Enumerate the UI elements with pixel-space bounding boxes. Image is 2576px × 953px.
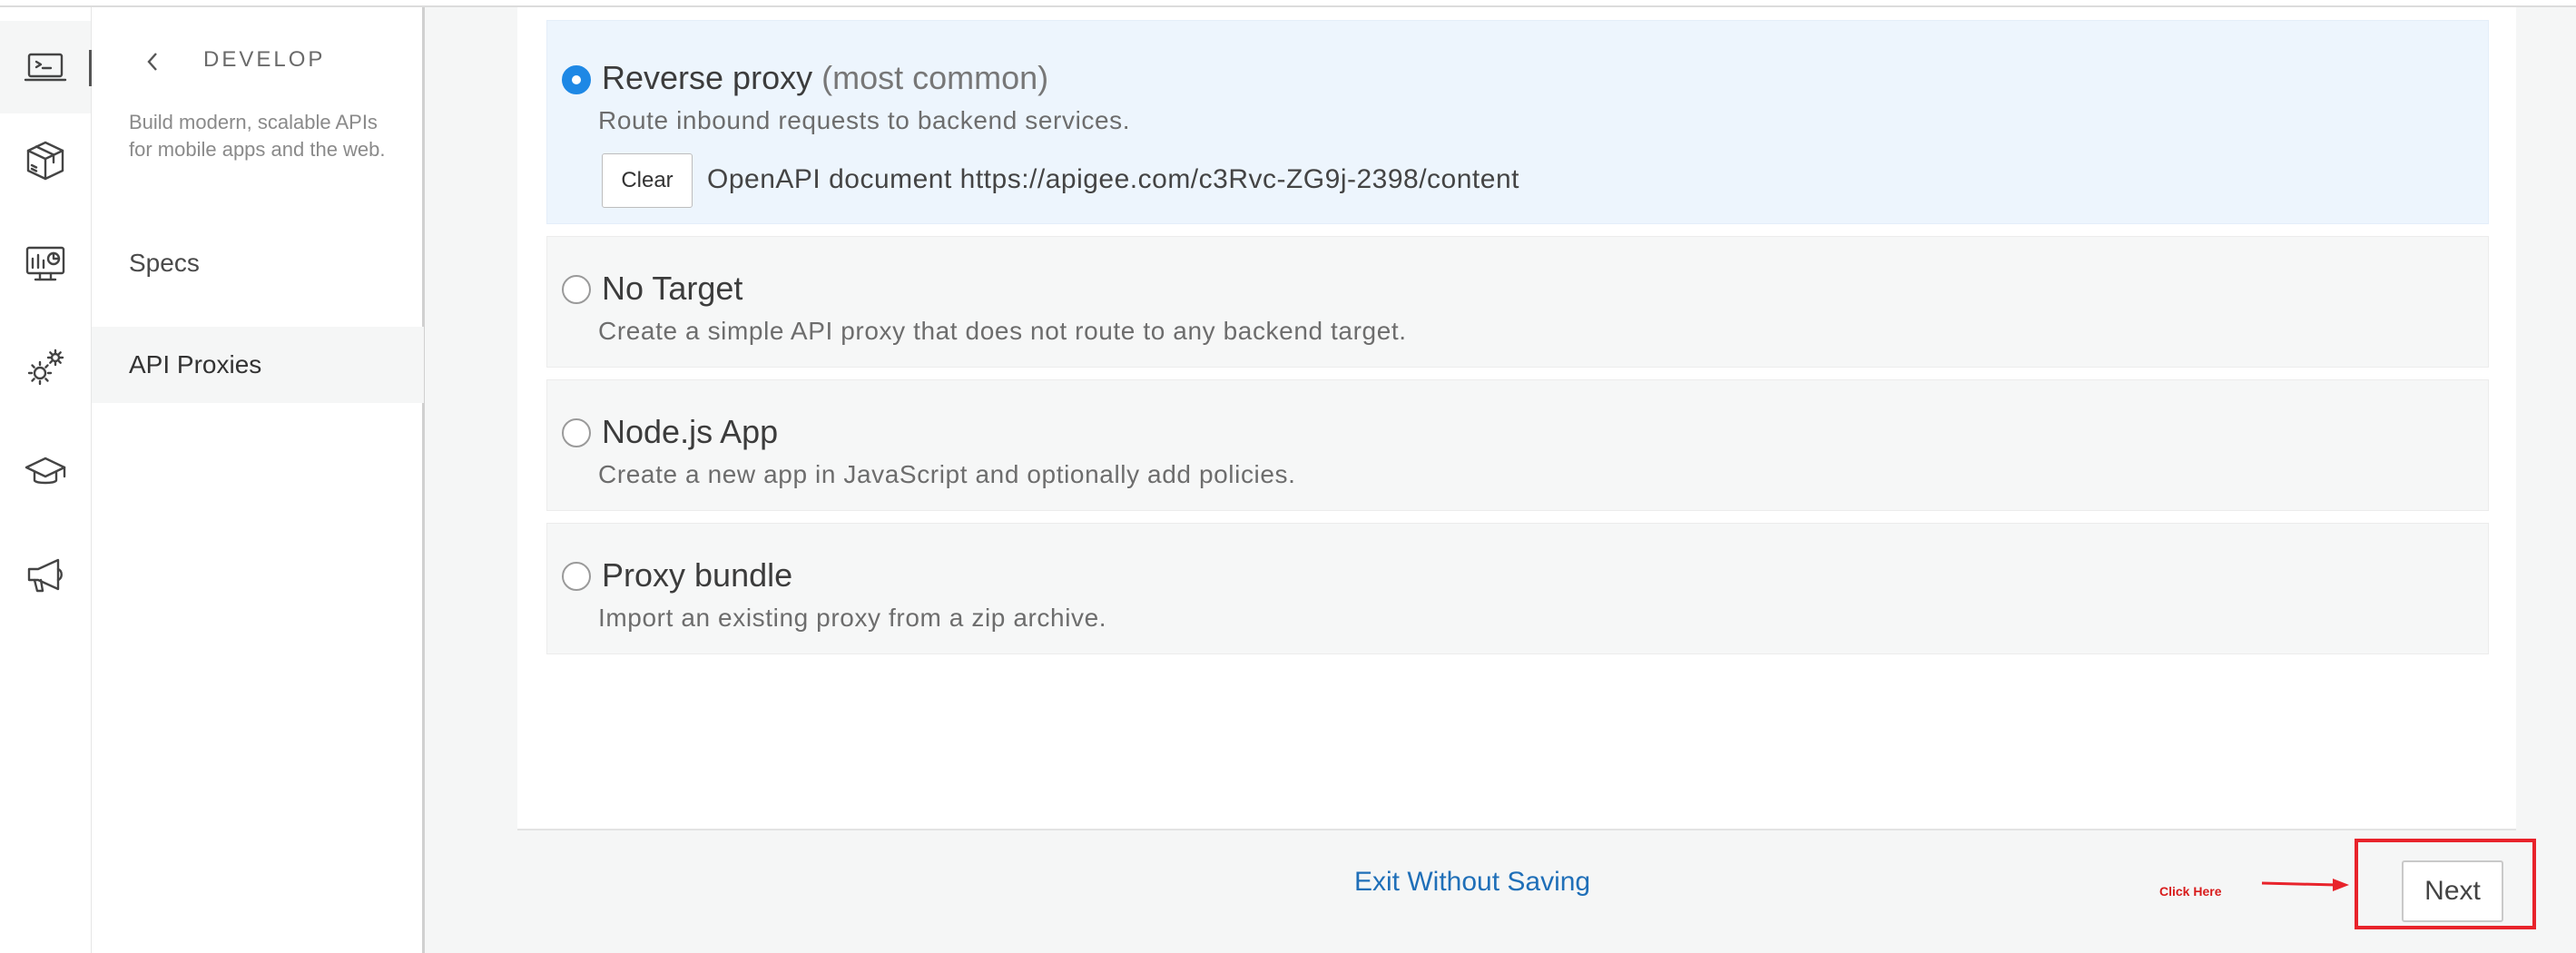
option-title: No Target [602,270,743,307]
radio-nodejs-app[interactable] [562,418,591,447]
option-description: Create a new app in JavaScript and optio… [598,460,1296,488]
option-title: Node.js App [602,413,779,450]
annotation-label: Click Here [2159,884,2222,899]
icon-rail [0,7,92,953]
radio-reverse-proxy[interactable] [562,65,591,94]
annotation-arrow-icon [2261,879,2349,891]
nav-item-specs[interactable]: Specs [92,225,424,301]
rail-item-learn[interactable] [0,425,91,517]
main-content: Reverse proxy (most common) Route inboun… [425,7,2576,953]
terminal-icon [24,53,67,82]
rail-item-admin[interactable] [0,321,91,414]
rail-item-publish[interactable] [0,114,91,207]
option-description: Route inbound requests to backend servic… [598,106,1131,134]
option-title: Reverse proxy (most common) [602,59,1048,97]
secondary-nav: DEVELOP Build modern, scalable APIs for … [92,7,425,953]
radio-proxy-bundle[interactable] [562,562,591,591]
option-reverse-proxy[interactable]: Reverse proxy (most common) Route inboun… [546,20,2489,224]
proxy-type-panel: Reverse proxy (most common) Route inboun… [517,7,2516,831]
clear-button[interactable]: Clear [602,153,693,208]
option-nodejs-app[interactable]: Node.js App Create a new app in JavaScri… [546,379,2489,511]
option-title: Proxy bundle [602,556,793,594]
wizard-footer: Exit Without Saving Click Here Next [517,829,2536,929]
section-title: DEVELOP [203,47,326,72]
rail-item-announcements[interactable] [0,528,91,621]
section-description: Build modern, scalable APIs for mobile a… [129,111,386,161]
package-icon [26,141,64,181]
next-button[interactable]: Next [2402,860,2503,922]
megaphone-icon [27,558,63,593]
radio-no-target[interactable] [562,275,591,304]
option-title-suffix: (most common) [821,59,1049,96]
chevron-left-icon [147,53,157,71]
option-description: Import an existing proxy from a zip arch… [598,604,1107,632]
back-button[interactable] [139,44,166,80]
exit-without-saving-link[interactable]: Exit Without Saving [1354,867,1590,898]
openapi-document-label: OpenAPI document https://apigee.com/c3Rv… [707,164,1519,194]
monitor-analytics-icon [25,246,65,281]
option-title-text: Reverse proxy [602,59,813,96]
gears-icon [27,349,64,386]
option-no-target[interactable]: No Target Create a simple API proxy that… [546,236,2489,368]
rail-item-develop[interactable] [0,21,92,113]
nav-item-api-proxies[interactable]: API Proxies [92,327,424,403]
rail-item-analyze[interactable] [0,218,91,310]
option-description: Create a simple API proxy that does not … [598,317,1407,345]
option-proxy-bundle[interactable]: Proxy bundle Import an existing proxy fr… [546,523,2489,654]
graduation-cap-icon [25,457,66,485]
top-border [0,0,2576,7]
